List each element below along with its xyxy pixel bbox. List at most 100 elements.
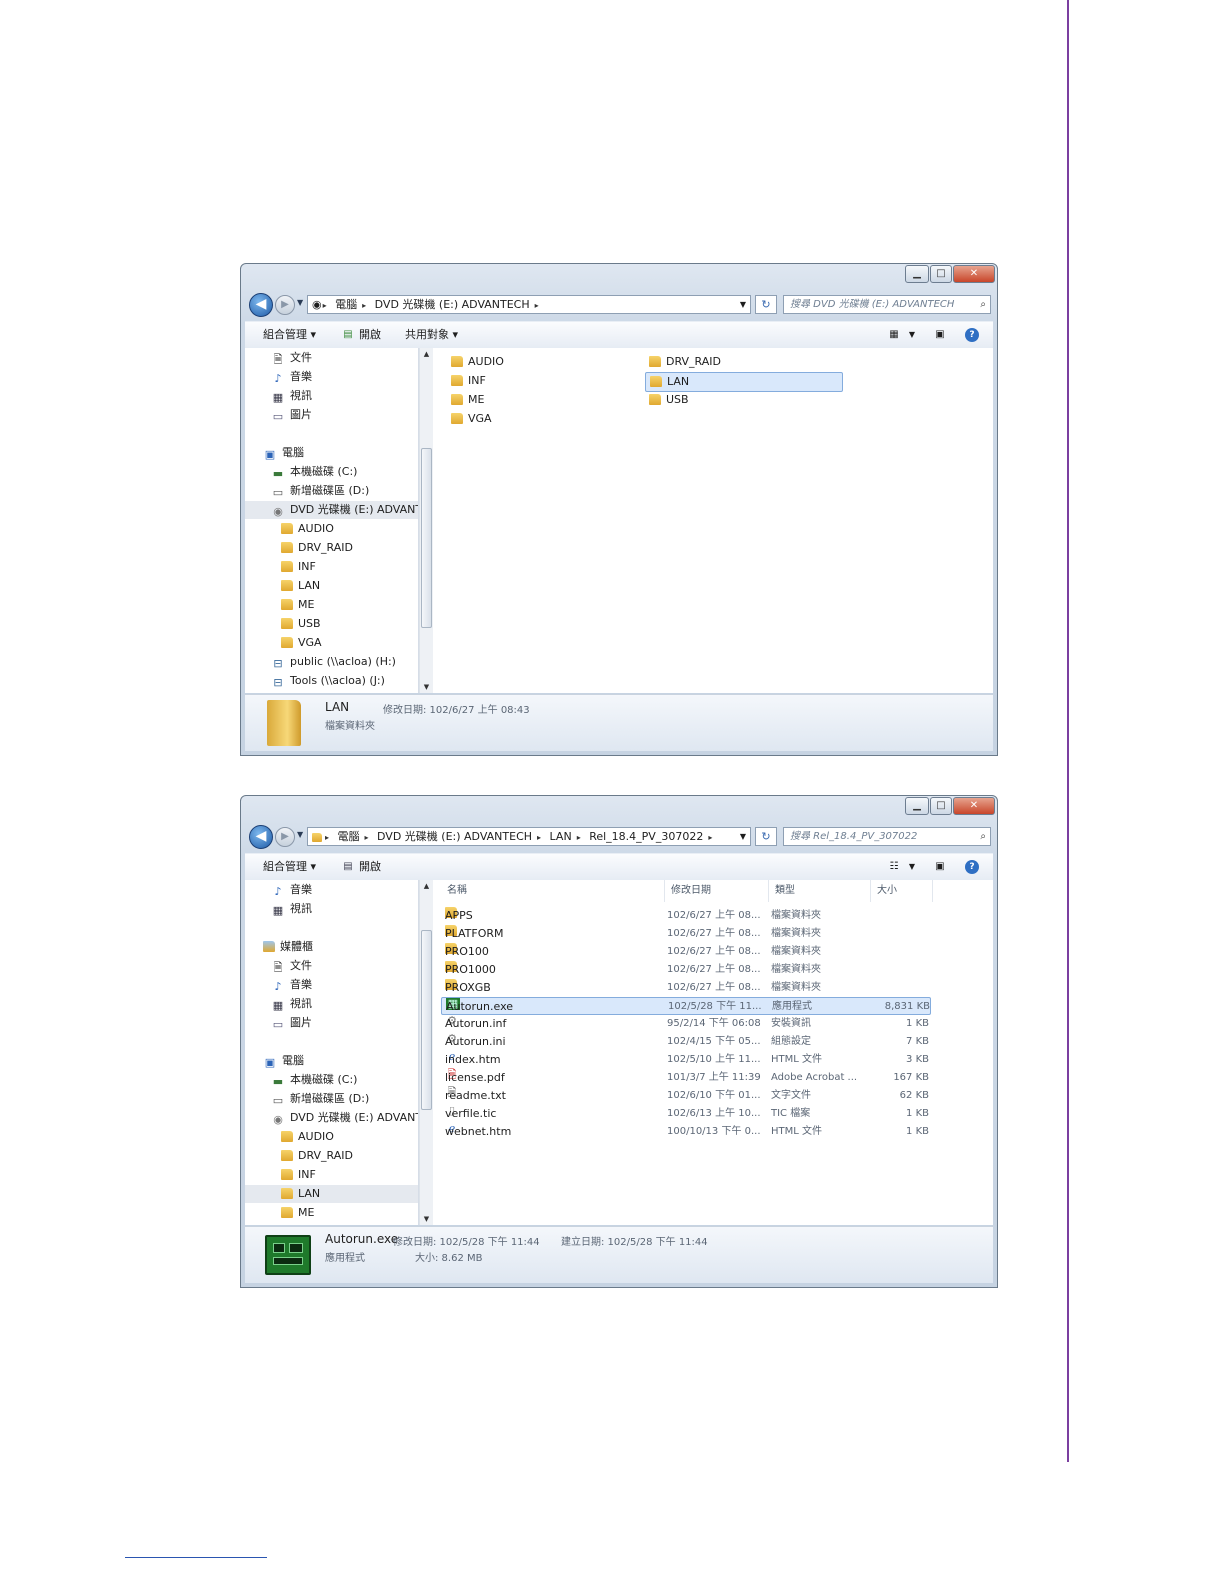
help-icon[interactable]: ? (965, 860, 979, 874)
nav-item-folder[interactable]: USB (281, 615, 321, 633)
scroll-down-icon[interactable]: ▼ (420, 683, 433, 691)
open-button[interactable]: 開啟 (359, 854, 381, 880)
table-row[interactable]: ℯ webnet.htm 100/10/13 下午 0... HTML 文件 1 KB (441, 1123, 931, 1141)
table-row[interactable]: ⚙ Autorun.inf 95/2/14 下午 06:08 安裝資訊 1 KB (441, 1015, 931, 1033)
history-dropdown[interactable]: ▼ (297, 830, 303, 839)
nav-item-drive-c[interactable]: ▬ 本機磁碟 (C:) (271, 1071, 358, 1089)
nav-scrollbar[interactable]: ▲ ▼ (419, 880, 433, 1225)
table-row[interactable]: 🗎 license.pdf 101/3/7 上午 11:39 Adobe Acroba… (441, 1069, 931, 1087)
list-item[interactable]: ME (451, 391, 484, 409)
breadcrumb-dvd[interactable]: DVD 光碟機 (E:) ADVANTECH (375, 298, 530, 311)
close-button[interactable]: ✕ (953, 797, 995, 815)
back-button[interactable]: ◀ (249, 825, 273, 849)
view-dropdown-icon[interactable]: ▼ (905, 328, 919, 342)
search-input[interactable]: 搜尋 Rel_18.4_PV_307022 ⌕ (783, 827, 991, 846)
minimize-button[interactable]: ▁ (905, 265, 929, 283)
nav-item-drive-d[interactable]: ▭ 新增磁碟區 (D:) (271, 482, 369, 500)
table-row[interactable]: PLATFORM 102/6/27 上午 08... 檔案資料夾 (441, 925, 931, 943)
breadcrumb-computer[interactable]: 電腦 (335, 298, 357, 311)
share-button[interactable]: 共用對象 ▾ (405, 322, 458, 348)
nav-item-network-j[interactable]: ⊟ Tools (\\acloa) (J:) (271, 672, 385, 690)
column-header-date[interactable]: 修改日期 (665, 880, 769, 902)
forward-button[interactable]: ▶ (275, 827, 295, 847)
breadcrumb-dvd[interactable]: DVD 光碟機 (E:) ADVANTECH (377, 830, 532, 843)
column-header-type[interactable]: 類型 (769, 880, 871, 902)
breadcrumb-release[interactable]: Rel_18.4_PV_307022 (589, 830, 703, 843)
nav-item-libraries[interactable]: 媒體櫃 (263, 938, 313, 956)
nav-item-video[interactable]: ▦ 視訊 (271, 995, 312, 1013)
list-item[interactable]: DRV_RAID (649, 353, 721, 371)
scroll-up-icon[interactable]: ▲ (420, 882, 433, 890)
nav-item-folder[interactable]: ME (281, 596, 314, 614)
organize-button[interactable]: 組合管理 ▾ (263, 322, 316, 348)
maximize-button[interactable]: □ (930, 797, 952, 815)
column-header-name[interactable]: 名稱 (441, 880, 665, 902)
list-item-selected[interactable]: LAN (645, 372, 843, 392)
minimize-button[interactable]: ▁ (905, 797, 929, 815)
nav-item-folder[interactable]: DRV_RAID (281, 539, 353, 557)
column-header-size[interactable]: 大小 (871, 880, 933, 902)
nav-item-drive-d[interactable]: ▭ 新增磁碟區 (D:) (271, 1090, 369, 1108)
nav-item-music[interactable]: ♪ 音樂 (271, 368, 312, 386)
open-button[interactable]: 開啟 (359, 322, 381, 348)
list-item[interactable]: INF (451, 372, 486, 390)
nav-item-drive-c[interactable]: ▬ 本機磁碟 (C:) (271, 463, 358, 481)
address-dropdown-icon[interactable]: ▼ (740, 828, 746, 845)
table-row[interactable]: PROXGB 102/6/27 上午 08... 檔案資料夾 (441, 979, 931, 997)
close-button[interactable]: ✕ (953, 265, 995, 283)
table-row[interactable]: ⚙ Autorun.ini 102/4/15 下午 05... 組態設定 7 KB (441, 1033, 931, 1051)
nav-item-folder[interactable]: ME (281, 1204, 314, 1222)
back-button[interactable]: ◀ (249, 293, 273, 317)
scroll-thumb[interactable] (421, 448, 432, 628)
nav-item-pictures[interactable]: ▭ 圖片 (271, 1014, 312, 1032)
nav-item-computer[interactable]: ▣ 電腦 (263, 1052, 304, 1070)
list-item[interactable]: USB (649, 391, 689, 409)
address-bar[interactable]: ◉▸ 電腦 ▸ DVD 光碟機 (E:) ADVANTECH ▸ ▼ (307, 295, 751, 314)
nav-item-video[interactable]: ▦ 視訊 (271, 900, 312, 918)
table-row-selected[interactable]: ▦ Autorun.exe 102/5/28 下午 11... 應用程式 8,831 K… (441, 997, 931, 1015)
nav-item-folder[interactable]: AUDIO (281, 1128, 334, 1146)
nav-item-computer[interactable]: ▣ 電腦 (263, 444, 304, 462)
organize-button[interactable]: 組合管理 ▾ (263, 854, 316, 880)
table-row[interactable]: PRO1000 102/6/27 上午 08... 檔案資料夾 (441, 961, 931, 979)
refresh-button[interactable]: ↻ (755, 295, 777, 314)
address-dropdown-icon[interactable]: ▼ (740, 296, 746, 313)
view-dropdown-icon[interactable]: ▼ (905, 860, 919, 874)
breadcrumb-computer[interactable]: 電腦 (338, 830, 360, 843)
nav-item-drive-e[interactable]: ◉ DVD 光碟機 (E:) ADVANTE (245, 501, 418, 519)
nav-item-drive-e[interactable]: ◉ DVD 光碟機 (E:) ADVANTE (271, 1109, 418, 1127)
nav-item-video[interactable]: ▦ 視訊 (271, 387, 312, 405)
nav-item-folder[interactable]: INF (281, 1166, 316, 1184)
nav-item-folder[interactable]: LAN (281, 577, 320, 595)
table-row[interactable]: ▯ verfile.tic 102/6/13 上午 10... TIC 檔案 1 KB (441, 1105, 931, 1123)
nav-item-folder[interactable]: INF (281, 558, 316, 576)
refresh-button[interactable]: ↻ (755, 827, 777, 846)
nav-scrollbar[interactable]: ▲ ▼ (419, 348, 433, 693)
nav-item-music[interactable]: ♪ 音樂 (271, 976, 312, 994)
preview-pane-icon[interactable]: ▣ (933, 328, 947, 342)
nav-item-network-h[interactable]: ⊟ public (\\acloa) (H:) (271, 653, 396, 671)
table-row[interactable]: PRO100 102/6/27 上午 08... 檔案資料夾 (441, 943, 931, 961)
nav-item-pictures[interactable]: ▭ 圖片 (271, 406, 312, 424)
nav-item-folder[interactable]: DRV_RAID (281, 1147, 353, 1165)
scroll-down-icon[interactable]: ▼ (420, 1215, 433, 1223)
view-options-icon[interactable]: ☷ (887, 860, 901, 874)
nav-item-folder-selected[interactable]: LAN (245, 1185, 418, 1203)
view-options-icon[interactable]: ▦ (887, 328, 901, 342)
nav-item-music[interactable]: ♪ 音樂 (271, 881, 312, 899)
table-row[interactable]: ℯ index.htm 102/5/10 上午 11... HTML 文件 3 KB (441, 1051, 931, 1069)
history-dropdown[interactable]: ▼ (297, 298, 303, 307)
nav-item-folder[interactable]: AUDIO (281, 520, 334, 538)
nav-item-documents[interactable]: 🗎 文件 (271, 349, 312, 367)
address-bar[interactable]: ▸ 電腦 ▸ DVD 光碟機 (E:) ADVANTECH ▸ LAN ▸ Rel_1… (307, 827, 751, 846)
nav-item-documents[interactable]: 🗎 文件 (271, 957, 312, 975)
table-row[interactable]: APPS 102/6/27 上午 08... 檔案資料夾 (441, 907, 931, 925)
maximize-button[interactable]: □ (930, 265, 952, 283)
preview-pane-icon[interactable]: ▣ (933, 860, 947, 874)
list-item[interactable]: AUDIO (451, 353, 504, 371)
breadcrumb-lan[interactable]: LAN (550, 830, 572, 843)
list-item[interactable]: VGA (451, 410, 492, 428)
help-icon[interactable]: ? (965, 328, 979, 342)
scroll-thumb[interactable] (421, 930, 432, 1110)
scroll-up-icon[interactable]: ▲ (420, 350, 433, 358)
